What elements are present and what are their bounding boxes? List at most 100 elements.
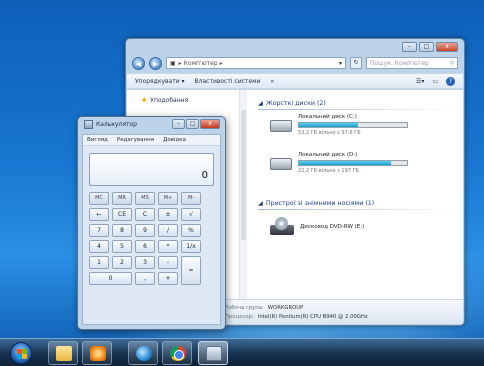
- calculator-key[interactable]: /: [158, 224, 178, 237]
- calculator-display: 0: [89, 153, 214, 186]
- calculator-key[interactable]: CE: [112, 208, 132, 221]
- drive-name: Локальний диск (D:): [298, 152, 358, 158]
- group-header-removable[interactable]: ◢ Пристрої зі знімними носіями (1): [258, 200, 458, 210]
- calculator-body: Вигляд Редагування Довідка 0 MC MR MS M+ M- ←…: [82, 134, 221, 325]
- calculator-menu-bar: Вигляд Редагування Довідка: [83, 135, 220, 146]
- group-header-hard-drives[interactable]: ◢ Жорсткі диски (2): [258, 100, 458, 110]
- explorer-caption-buttons: – □ x: [402, 42, 458, 52]
- display-value: 0: [201, 170, 208, 181]
- view-options-icon[interactable]: ☰▾: [416, 78, 424, 85]
- calculator-key[interactable]: 9: [135, 224, 155, 237]
- calculator-key[interactable]: MR: [112, 192, 132, 205]
- drive-free-space: 22,2 ГБ вільно з 197 ГБ: [298, 168, 360, 174]
- calculator-key[interactable]: 1/x: [181, 240, 201, 253]
- refresh-button[interactable]: ↻: [350, 57, 362, 69]
- windows-logo-icon: [17, 349, 27, 359]
- nav-item-label: Уподобання: [150, 96, 189, 104]
- calculator-key[interactable]: =: [181, 256, 201, 285]
- calculator-title: Калькулятор: [96, 121, 137, 128]
- taskbar-chrome-button[interactable]: [162, 341, 192, 365]
- menu-item-view[interactable]: Вигляд: [87, 137, 108, 143]
- calculator-icon: [84, 120, 93, 129]
- calculator-key[interactable]: 5: [112, 240, 132, 253]
- calculator-key[interactable]: -: [158, 256, 178, 269]
- calculator-key[interactable]: %: [181, 224, 201, 237]
- search-input[interactable]: Пошук: Комп'ютер ⚲: [366, 57, 458, 69]
- group-title: Пристрої зі знімними носіями (1): [265, 200, 375, 207]
- nav-scrollbar[interactable]: [239, 90, 247, 299]
- drive-free-space: 53,2 ГБ вільно з 97,6 ГБ: [298, 130, 361, 136]
- calculator-icon: [206, 346, 222, 361]
- calculator-key[interactable]: M+: [158, 192, 178, 205]
- address-bar[interactable]: ▣ ▸ Комп'ютер ▸ ▾: [166, 57, 346, 69]
- calculator-key[interactable]: *: [158, 240, 178, 253]
- address-path: ▸ Комп'ютер ▸: [178, 59, 223, 67]
- drive-item[interactable]: Локальний диск (C:) 53,2 ГБ вільно з 97,…: [270, 114, 418, 136]
- explorer-close-button[interactable]: x: [436, 42, 458, 52]
- calculator-key[interactable]: ,: [135, 272, 155, 285]
- explorer-maximize-button[interactable]: □: [419, 42, 434, 52]
- dvd-drive-icon: [270, 217, 294, 237]
- calculator-key[interactable]: 3: [135, 256, 155, 269]
- menu-item-edit[interactable]: Редагування: [117, 137, 154, 143]
- calculator-key[interactable]: ±: [158, 208, 178, 221]
- search-placeholder: Пошук: Комп'ютер: [370, 59, 429, 67]
- system-properties-button[interactable]: Властивості системи: [195, 78, 261, 85]
- calculator-key[interactable]: 0: [89, 272, 132, 285]
- explorer-minimize-button[interactable]: –: [402, 42, 417, 52]
- start-button[interactable]: [10, 342, 32, 364]
- taskbar-ie-button[interactable]: [128, 341, 158, 365]
- dvd-drive-item[interactable]: Дисковод DVD-RW (E:): [270, 217, 364, 237]
- group-title: Жорсткі диски (2): [265, 100, 326, 107]
- back-arrow-icon[interactable]: ◀: [132, 56, 145, 70]
- calculator-caption-buttons: – □ x: [172, 119, 220, 129]
- calculator-maximize-button[interactable]: □: [186, 119, 199, 129]
- folder-icon: [56, 346, 72, 361]
- calculator-key[interactable]: 2: [112, 256, 132, 269]
- taskbar-media-player-button[interactable]: [82, 341, 112, 365]
- calculator-key[interactable]: MS: [135, 192, 155, 205]
- internet-explorer-icon: [136, 346, 152, 361]
- calculator-key[interactable]: ←: [89, 208, 109, 221]
- computer-icon: ▣: [170, 59, 176, 67]
- calculator-key[interactable]: 4: [89, 240, 109, 253]
- search-icon: ⚲: [449, 59, 454, 67]
- details-processor: Процесор: Intel(R) Pentium(R) CPU B940 @ …: [225, 314, 368, 320]
- calculator-key[interactable]: MC: [89, 192, 109, 205]
- chevron-down-icon[interactable]: ▾: [339, 60, 342, 67]
- forward-arrow-icon[interactable]: ▶: [149, 56, 162, 70]
- calculator-key[interactable]: 8: [112, 224, 132, 237]
- preview-pane-icon[interactable]: ▭: [432, 78, 438, 85]
- star-icon: ★: [141, 96, 148, 104]
- calculator-minimize-button[interactable]: –: [172, 119, 185, 129]
- drive-usage-bar: [298, 122, 408, 128]
- calculator-title-bar: Калькулятор: [84, 120, 137, 129]
- calculator-key[interactable]: 1: [89, 256, 109, 269]
- details-workgroup: Робоча група: WORKGROUP: [225, 305, 304, 311]
- drive-item[interactable]: Локальний диск (D:) 22,2 ГБ вільно з 197…: [270, 152, 418, 174]
- calculator-key[interactable]: 6: [135, 240, 155, 253]
- taskbar-calculator-button[interactable]: [198, 341, 228, 365]
- media-player-icon: [90, 346, 106, 361]
- more-commands-button[interactable]: »: [271, 78, 275, 85]
- calculator-key[interactable]: M-: [181, 192, 201, 205]
- calculator-key[interactable]: 7: [89, 224, 109, 237]
- calculator-key[interactable]: √: [181, 208, 201, 221]
- collapse-triangle-icon: ◢: [258, 200, 263, 207]
- hard-drive-icon: [270, 158, 292, 170]
- address-row: ◀ ▶ ▣ ▸ Комп'ютер ▸ ▾ ↻ Пошук: Комп'ютер…: [132, 56, 458, 70]
- content-pane: ◢ Жорсткі диски (2) Локальний диск (C:) …: [254, 90, 463, 299]
- help-icon[interactable]: ?: [446, 76, 455, 86]
- organize-button[interactable]: Упорядкувати ▾: [135, 78, 185, 85]
- menu-item-help[interactable]: Довідка: [163, 137, 186, 143]
- taskbar-explorer-button[interactable]: [48, 341, 78, 365]
- calculator-close-button[interactable]: x: [200, 119, 220, 129]
- calculator-key[interactable]: +: [158, 272, 178, 285]
- nav-item-favorites[interactable]: ★ Уподобання: [141, 96, 188, 104]
- collapse-triangle-icon: ◢: [258, 100, 263, 107]
- hard-drive-icon: [270, 120, 292, 132]
- calculator-key[interactable]: C: [135, 208, 155, 221]
- calculator-window[interactable]: Калькулятор – □ x Вигляд Редагування Дов…: [77, 116, 226, 330]
- dvd-drive-name: Дисковод DVD-RW (E:): [300, 224, 365, 230]
- drive-usage-bar: [298, 160, 408, 166]
